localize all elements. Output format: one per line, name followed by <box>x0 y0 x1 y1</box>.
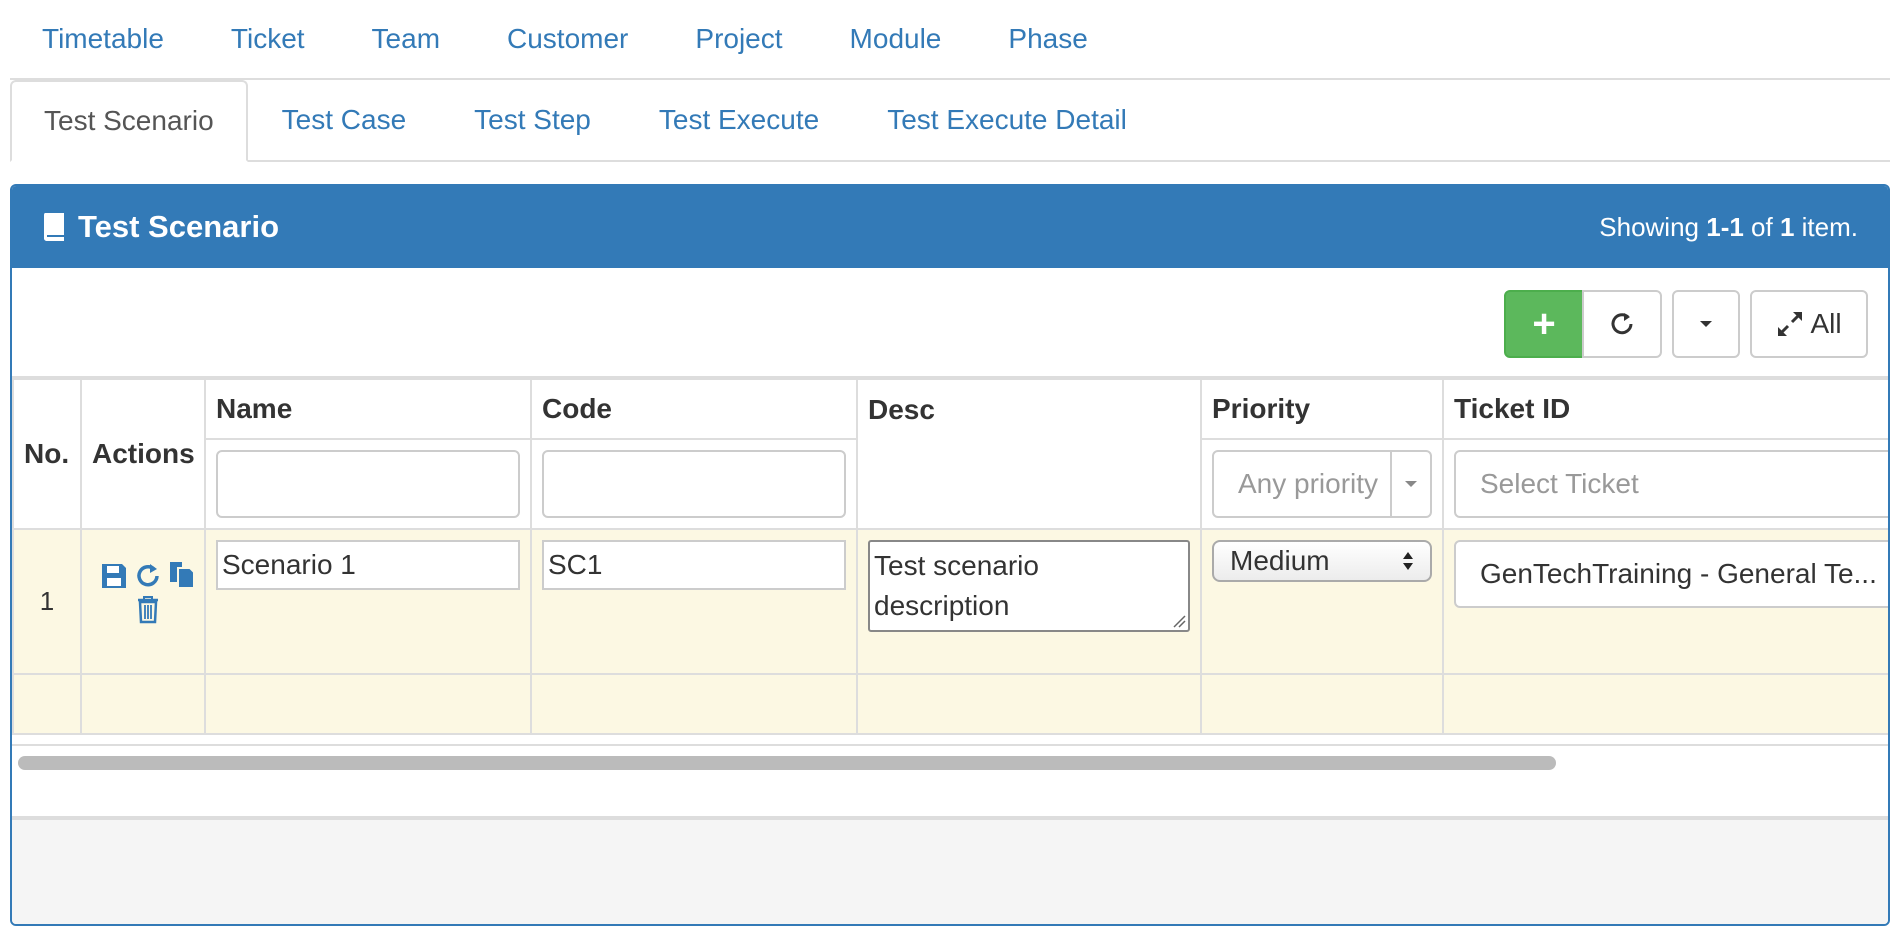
filter-cell-name <box>204 438 532 530</box>
refresh-button[interactable] <box>1582 290 1662 358</box>
code-input[interactable]: SC1 <box>542 540 846 590</box>
scenario-grid: No. Actions Name Code Desc Priority Tick… <box>12 378 1888 735</box>
empty-cell <box>856 673 1202 735</box>
tab-test-case[interactable]: Test Case <box>248 80 441 160</box>
nav-phase[interactable]: Phase <box>1008 23 1087 55</box>
empty-cell <box>204 673 532 735</box>
trash-icon[interactable] <box>134 594 162 624</box>
select-arrows-icon <box>1403 552 1413 570</box>
test-scenario-panel: Test Scenario Showing 1-1 of 1 item. + A… <box>10 184 1890 926</box>
summary-total: 1 <box>1779 211 1795 242</box>
panel-footer <box>12 818 1888 924</box>
empty-cell <box>1200 673 1444 735</box>
nav-timetable[interactable]: Timetable <box>42 23 164 55</box>
nav-module[interactable]: Module <box>850 23 942 55</box>
ticket-filter-select[interactable]: Select Ticket <box>1454 450 1888 518</box>
ticket-select[interactable]: GenTechTraining - General Te... × <box>1454 540 1888 608</box>
nav-project[interactable]: Project <box>695 23 782 55</box>
add-button[interactable]: + <box>1504 290 1584 358</box>
dropdown-toggle-button[interactable] <box>1672 290 1740 358</box>
desc-cell: Test scenario description <box>856 528 1202 675</box>
empty-cell <box>530 673 858 735</box>
caret-down-icon <box>1390 452 1430 516</box>
tab-test-execute[interactable]: Test Execute <box>625 80 853 160</box>
desc-line-2: description <box>874 590 1010 621</box>
toolbar-buttons: + All <box>1504 290 1868 358</box>
expand-all-label: All <box>1810 308 1842 339</box>
name-cell: Scenario 1 <box>204 528 532 675</box>
col-header-ticket[interactable]: Ticket ID <box>1442 378 1888 440</box>
name-input[interactable]: Scenario 1 <box>216 540 520 590</box>
panel-title-text: Test Scenario <box>78 209 280 244</box>
app-root: Timetable Ticket Team Customer Project M… <box>0 0 1900 936</box>
expand-all-button[interactable]: All <box>1750 290 1868 358</box>
name-filter-input[interactable] <box>216 450 520 518</box>
priority-select[interactable]: Medium <box>1212 540 1432 582</box>
filter-cell-code <box>530 438 858 530</box>
ticket-filter-placeholder: Select Ticket <box>1480 468 1639 499</box>
priority-value: Medium <box>1230 545 1330 576</box>
filter-cell-priority: Any priority <box>1200 438 1444 530</box>
expand-icon <box>1778 312 1803 336</box>
ticket-cell: GenTechTraining - General Te... × <box>1442 528 1888 675</box>
empty-cell <box>1442 673 1888 735</box>
top-nav: Timetable Ticket Team Customer Project M… <box>10 0 1890 80</box>
refresh-icon <box>1611 313 1633 335</box>
table-row <box>12 673 1888 735</box>
scrollbar-thumb[interactable] <box>18 756 1556 770</box>
resize-handle-icon[interactable] <box>1172 614 1186 628</box>
priority-filter-select[interactable]: Any priority <box>1212 450 1432 518</box>
desc-textarea[interactable]: Test scenario description <box>868 540 1190 632</box>
tab-test-step[interactable]: Test Step <box>440 80 625 160</box>
ticket-value: GenTechTraining - General Te... <box>1480 558 1877 589</box>
table-row: 1 Scenario 1 SC1 Test scenario descripti… <box>12 528 1888 675</box>
nav-customer[interactable]: Customer <box>507 23 628 55</box>
grid-toolbar: + All <box>12 268 1888 378</box>
col-header-desc[interactable]: Desc <box>856 378 1202 530</box>
desc-line-1: Test scenario <box>874 550 1039 581</box>
col-header-no: No. <box>12 378 82 530</box>
summary-range: 1-1 <box>1706 211 1744 242</box>
row-actions <box>80 528 206 675</box>
col-header-actions: Actions <box>80 378 206 530</box>
col-header-name[interactable]: Name <box>204 378 532 440</box>
tab-bar: Test Scenario Test Case Test Step Test E… <box>10 80 1890 162</box>
summary-suffix: item. <box>1794 211 1858 242</box>
horizontal-scrollbar[interactable] <box>12 744 1888 776</box>
panel-title: Test Scenario <box>42 209 279 245</box>
priority-cell: Medium <box>1200 528 1444 675</box>
summary-prefix: Showing <box>1599 211 1707 242</box>
book-icon <box>42 211 68 243</box>
priority-filter-placeholder: Any priority <box>1238 468 1379 499</box>
plus-icon: + <box>1532 301 1556 346</box>
code-filter-input[interactable] <box>542 450 846 518</box>
empty-cell <box>12 673 82 735</box>
code-cell: SC1 <box>530 528 858 675</box>
pagination-summary: Showing 1-1 of 1 item. <box>1599 212 1858 243</box>
panel-header: Test Scenario Showing 1-1 of 1 item. <box>12 186 1888 268</box>
refresh-icon[interactable] <box>134 560 162 590</box>
tab-test-execute-detail[interactable]: Test Execute Detail <box>853 80 1161 160</box>
caret-down-icon <box>1700 321 1712 327</box>
col-header-code[interactable]: Code <box>530 378 858 440</box>
nav-team[interactable]: Team <box>372 23 440 55</box>
col-header-priority[interactable]: Priority <box>1200 378 1444 440</box>
row-number: 1 <box>12 528 82 675</box>
filter-cell-ticket: Select Ticket <box>1442 438 1888 530</box>
nav-ticket[interactable]: Ticket <box>231 23 305 55</box>
empty-cell <box>80 673 206 735</box>
copy-icon[interactable] <box>168 560 196 590</box>
summary-of: of <box>1743 211 1780 242</box>
tab-test-scenario[interactable]: Test Scenario <box>10 80 248 162</box>
save-icon[interactable] <box>100 560 128 590</box>
